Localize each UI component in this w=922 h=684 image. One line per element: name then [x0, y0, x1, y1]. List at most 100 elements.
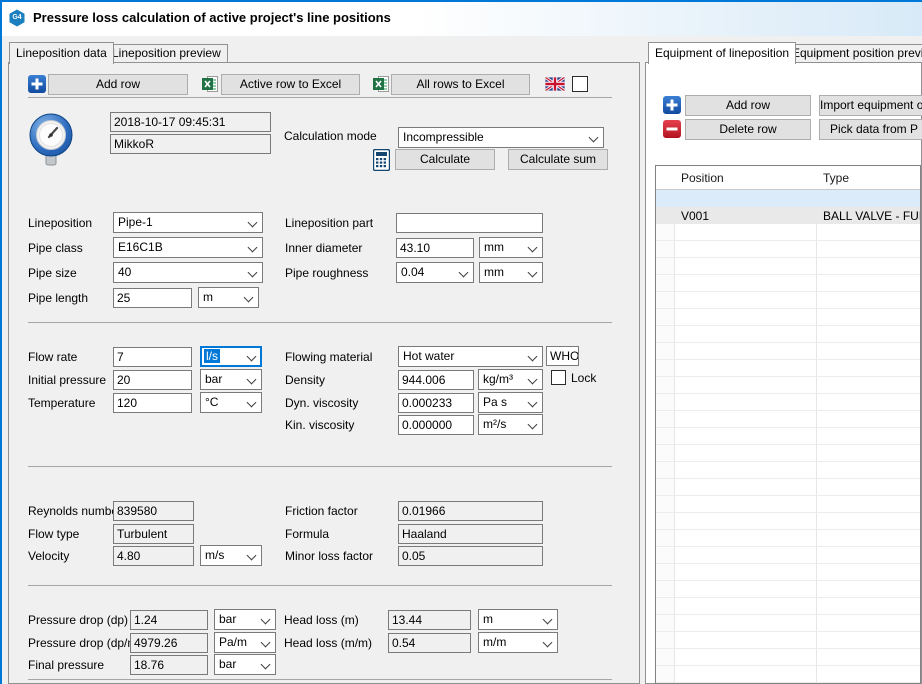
- tab-equipment-position-preview[interactable]: Equipment position preview: [785, 44, 922, 63]
- table-header: Position Type: [656, 166, 920, 190]
- language-checkbox[interactable]: [572, 76, 588, 92]
- all-rows-to-excel-button[interactable]: All rows to Excel: [391, 74, 530, 95]
- pick-data-button[interactable]: Pick data from P: [819, 119, 922, 140]
- pipe-roughness-select[interactable]: 0.04: [396, 262, 474, 283]
- chevron-down-icon: [247, 375, 257, 385]
- flowing-material-select[interactable]: Hot water: [398, 346, 543, 367]
- chevron-down-icon: [543, 638, 553, 648]
- pipe-class-select[interactable]: E16C1B: [113, 237, 263, 258]
- head-loss-m-unit-value: m: [483, 612, 493, 626]
- calculation-mode-select[interactable]: Incompressible: [398, 127, 604, 148]
- chevron-down-icon: [528, 268, 538, 278]
- chevron-down-icon: [528, 243, 538, 253]
- column-header-position[interactable]: Position: [681, 171, 724, 185]
- pressure-drop-dp-field: 1.24: [130, 610, 208, 630]
- pipe-roughness-unit-select[interactable]: mm: [479, 262, 543, 283]
- flow-rate-unit-value: l/s: [204, 349, 220, 363]
- table-row-new[interactable]: [656, 190, 920, 207]
- tab-lineposition-preview-label: Lineposition preview: [112, 46, 221, 60]
- who-button[interactable]: WHO: [546, 346, 579, 366]
- chevron-down-icon: [244, 293, 254, 303]
- final-pressure-label: Final pressure: [28, 658, 104, 672]
- chevron-down-icon: [248, 268, 258, 278]
- density-input[interactable]: 944.006: [398, 370, 474, 390]
- velocity-unit-select[interactable]: m/s: [200, 545, 262, 566]
- dyn-viscosity-input[interactable]: 0.000233: [398, 393, 474, 413]
- app-icon: G4: [8, 9, 26, 27]
- column-header-type[interactable]: Type: [823, 171, 849, 185]
- excel-icon: [373, 75, 390, 96]
- import-equipment-button[interactable]: Import equipment of t: [819, 95, 922, 116]
- temperature-unit-select[interactable]: °C: [200, 392, 262, 413]
- dyn-viscosity-unit-select[interactable]: Pa s: [478, 392, 543, 413]
- active-row-to-excel-button[interactable]: Active row to Excel: [221, 74, 360, 95]
- calculate-sum-button[interactable]: Calculate sum: [508, 149, 608, 170]
- pressure-drop-dpm-unit-value: Pa/m: [219, 635, 247, 649]
- reynolds-number-field: 839580: [113, 501, 194, 521]
- add-row-button[interactable]: Add row: [48, 74, 188, 95]
- calculation-mode-value: Incompressible: [403, 130, 484, 144]
- dyn-viscosity-label: Dyn. viscosity: [285, 396, 358, 410]
- tab-equipment-of-lineposition[interactable]: Equipment of lineposition: [648, 42, 796, 64]
- density-unit-select[interactable]: kg/m³: [478, 369, 543, 390]
- add-row-icon[interactable]: [28, 75, 46, 93]
- calculate-button[interactable]: Calculate: [395, 149, 495, 170]
- tab-lineposition-data-label: Lineposition data: [16, 46, 107, 60]
- inner-diameter-label: Inner diameter: [285, 241, 362, 255]
- chevron-down-icon: [247, 398, 257, 408]
- velocity-unit-value: m/s: [205, 548, 224, 562]
- pressure-drop-dp-unit-value: bar: [219, 612, 236, 626]
- separator: [28, 97, 612, 98]
- lineposition-label: Lineposition: [28, 216, 92, 230]
- app-window: { "window": { "title": "Pressure loss ca…: [0, 0, 922, 684]
- empty-grid-rows: [656, 224, 920, 683]
- initial-pressure-unit-value: bar: [205, 372, 222, 386]
- pressure-drop-dpm-field: 4979.26: [130, 633, 208, 653]
- reynolds-number-label: Reynolds number: [28, 504, 122, 518]
- timestamp-field: 2018-10-17 09:45:31: [110, 112, 271, 132]
- formula-label: Formula: [285, 527, 329, 541]
- temperature-input[interactable]: 120: [113, 393, 192, 413]
- flow-type-label: Flow type: [28, 527, 79, 541]
- head-loss-m-unit-select[interactable]: m: [478, 609, 558, 630]
- head-loss-mm-label: Head loss (m/m): [284, 636, 372, 650]
- inner-diameter-unit-select[interactable]: mm: [479, 237, 543, 258]
- equipment-add-row-button[interactable]: Add row: [685, 95, 811, 116]
- flow-rate-unit-select[interactable]: l/s: [200, 346, 262, 367]
- uk-flag-icon: [545, 77, 565, 94]
- head-loss-mm-unit-select[interactable]: m/m: [478, 632, 558, 653]
- chevron-down-icon: [261, 660, 271, 670]
- inner-diameter-input[interactable]: 43.10: [396, 238, 474, 258]
- app-icon-label: G4: [8, 14, 26, 21]
- final-pressure-field: 18.76: [130, 655, 208, 675]
- kin-viscosity-unit-select[interactable]: m²/s: [478, 414, 543, 435]
- tab-equipment-of-lineposition-label: Equipment of lineposition: [655, 46, 789, 60]
- chevron-down-icon: [528, 352, 538, 362]
- lineposition-part-input[interactable]: [396, 213, 543, 233]
- table-row[interactable]: V001 BALL VALVE - FULLY: [656, 207, 920, 224]
- flow-rate-label: Flow rate: [28, 350, 77, 364]
- tab-lineposition-data[interactable]: Lineposition data: [9, 42, 114, 64]
- pressure-drop-dp-unit-select[interactable]: bar: [214, 609, 276, 630]
- final-pressure-unit-select[interactable]: bar: [214, 654, 276, 675]
- lock-checkbox[interactable]: [551, 370, 566, 385]
- initial-pressure-unit-select[interactable]: bar: [200, 369, 262, 390]
- equipment-delete-row-button[interactable]: Delete row: [685, 119, 811, 140]
- calculation-mode-label: Calculation mode: [284, 129, 377, 143]
- window-title: Pressure loss calculation of active proj…: [33, 10, 391, 25]
- pressure-drop-dpm-unit-select[interactable]: Pa/m: [214, 632, 276, 653]
- pipe-length-input[interactable]: 25: [113, 288, 192, 308]
- pipe-length-unit-select[interactable]: m: [198, 287, 259, 308]
- excel-icon: [202, 75, 219, 96]
- equipment-delete-row-icon[interactable]: [663, 120, 681, 138]
- tab-lineposition-preview[interactable]: Lineposition preview: [105, 44, 228, 63]
- pipe-size-select[interactable]: 40: [113, 262, 263, 283]
- equipment-add-row-icon[interactable]: [663, 96, 681, 114]
- velocity-field: 4.80: [113, 546, 194, 566]
- flow-rate-input[interactable]: 7: [113, 347, 192, 367]
- initial-pressure-input[interactable]: 20: [113, 370, 192, 390]
- lineposition-select[interactable]: Pipe-1: [113, 212, 263, 233]
- pipe-roughness-value: 0.04: [401, 265, 424, 279]
- kin-viscosity-input[interactable]: 0.000000: [398, 415, 474, 435]
- calculator-icon: [373, 149, 390, 174]
